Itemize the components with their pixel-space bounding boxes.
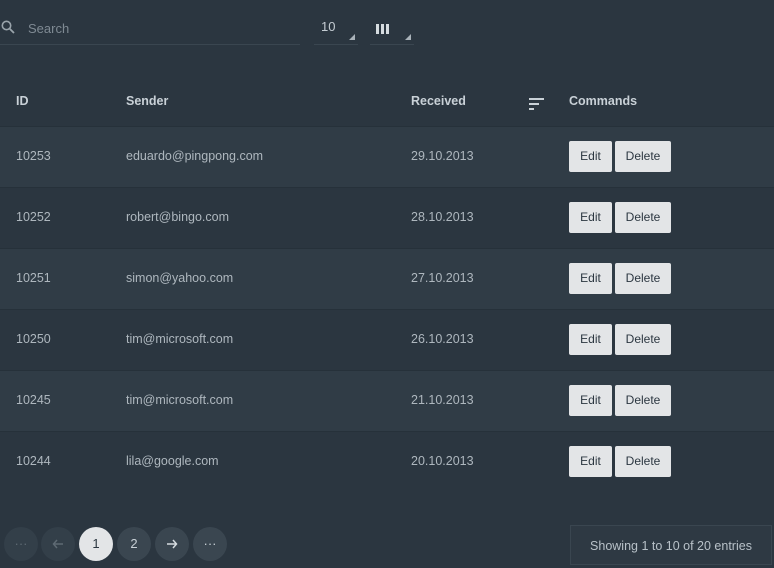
cell-id: 10250 [16,332,51,346]
edit-button[interactable]: Edit [569,324,612,355]
edit-button[interactable]: Edit [569,263,612,294]
columns-select[interactable] [370,12,414,45]
cell-sender: tim@microsoft.com [126,393,234,407]
cell-id: 10252 [16,210,51,224]
search-icon [1,20,15,34]
header-received[interactable]: Received [411,94,466,108]
page-2-button[interactable]: 2 [117,527,151,561]
pagination: ··· 1 2 ··· [0,527,560,561]
header-commands: Commands [569,94,638,108]
toolbar: 10 [0,0,774,60]
arrow-left-icon [52,539,63,549]
first-page-button[interactable]: ··· [4,527,38,561]
cell-received: 27.10.2013 [411,271,474,285]
cell-id: 10245 [16,393,51,407]
header-sender[interactable]: Sender [126,94,168,108]
cell-sender: robert@bingo.com [126,210,230,224]
table-row: 10251 simon@yahoo.com 27.10.2013 Edit De… [0,248,774,309]
search-input[interactable] [28,17,288,39]
prev-page-button[interactable] [41,527,75,561]
delete-button[interactable]: Delete [615,385,671,416]
page-1-button[interactable]: 1 [79,527,113,561]
next-page-button[interactable] [155,527,189,561]
table-row: 10252 robert@bingo.com 28.10.2013 Edit D… [0,187,774,248]
dropdown-caret-icon [349,34,355,40]
table-row: 10250 tim@microsoft.com 26.10.2013 Edit … [0,309,774,370]
cell-sender: simon@yahoo.com [126,271,234,285]
edit-button[interactable]: Edit [569,202,612,233]
delete-button[interactable]: Delete [615,446,671,477]
cell-sender: lila@google.com [126,454,219,468]
columns-icon [376,21,389,34]
rows-per-page-select[interactable]: 10 [314,12,358,45]
cell-id: 10244 [16,454,51,468]
table-row: 10244 lila@google.com 20.10.2013 Edit De… [0,431,774,492]
cell-received: 21.10.2013 [411,393,474,407]
search-box [0,12,300,45]
last-page-button[interactable]: ··· [193,527,227,561]
delete-button[interactable]: Delete [615,324,671,355]
table-row: 10245 tim@microsoft.com 21.10.2013 Edit … [0,370,774,431]
edit-button[interactable]: Edit [569,446,612,477]
table-row: 10253 eduardo@pingpong.com 29.10.2013 Ed… [0,126,774,187]
cell-id: 10253 [16,149,51,163]
delete-button[interactable]: Delete [615,202,671,233]
rows-per-page-value: 10 [321,19,336,34]
cell-received: 29.10.2013 [411,149,474,163]
cell-received: 20.10.2013 [411,454,474,468]
cell-received: 26.10.2013 [411,332,474,346]
cell-received: 28.10.2013 [411,210,474,224]
delete-button[interactable]: Delete [615,141,671,172]
delete-button[interactable]: Delete [615,263,671,294]
cell-sender: eduardo@pingpong.com [126,149,264,163]
table-header: ID Sender Received Commands [0,78,774,126]
sort-icon[interactable] [529,97,545,110]
arrow-right-icon [167,539,178,549]
edit-button[interactable]: Edit [569,385,612,416]
messages-table: ID Sender Received Commands 10253 eduard… [0,78,774,492]
edit-button[interactable]: Edit [569,141,612,172]
cell-id: 10251 [16,271,51,285]
header-id[interactable]: ID [16,94,29,108]
cell-sender: tim@microsoft.com [126,332,234,346]
dropdown-caret-icon [405,34,411,40]
entries-info: Showing 1 to 10 of 20 entries [570,525,772,565]
